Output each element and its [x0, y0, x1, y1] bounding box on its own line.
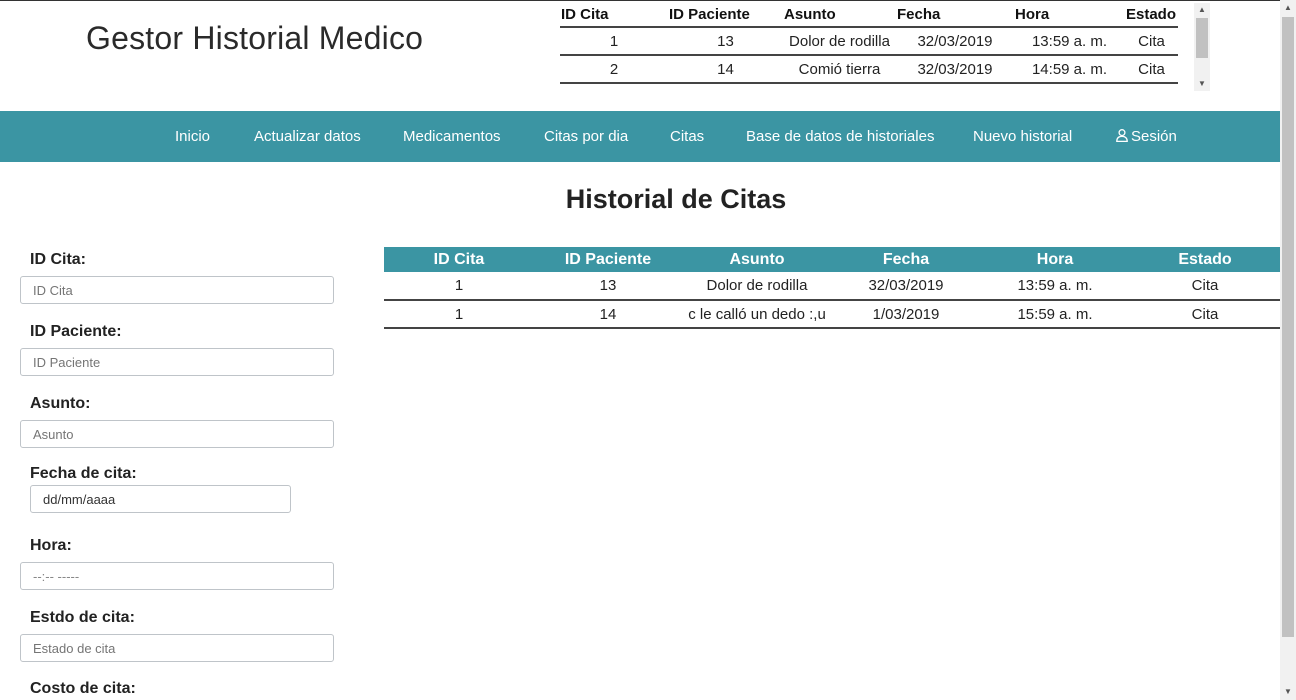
page-scroll-up-icon[interactable]: ▲ [1280, 0, 1296, 16]
table-cell: 15:59 a. m. [980, 300, 1130, 329]
id-cita-input[interactable] [20, 276, 334, 304]
mini-cell: 2 [560, 55, 668, 84]
nav-medicamentos[interactable]: Medicamentos [403, 128, 501, 145]
mini-cell: Cita [1125, 27, 1178, 56]
mini-table-row: 1 13 Dolor de rodilla 32/03/2019 13:59 a… [560, 27, 1178, 56]
table-cell: Cita [1130, 300, 1280, 329]
asunto-label: Asunto: [30, 395, 91, 412]
table-cell: 14 [534, 300, 682, 329]
recent-appointments-table: ID Cita ID Paciente Asunto Fecha Hora Es… [560, 3, 1178, 84]
mini-cell: 13:59 a. m. [1014, 27, 1125, 56]
id-paciente-input[interactable] [20, 348, 334, 376]
mini-scrollbar-thumb[interactable] [1196, 18, 1208, 58]
asunto-input[interactable] [20, 420, 334, 448]
appointments-table: ID Cita ID Paciente Asunto Fecha Hora Es… [384, 247, 1280, 329]
nav-actualizar-datos[interactable]: Actualizar datos [254, 128, 361, 145]
mini-cell: 1 [560, 27, 668, 56]
col-hora: Hora [980, 247, 1130, 272]
main-navbar: Inicio Actualizar datos Medicamentos Cit… [0, 111, 1280, 162]
page-scrollbar-thumb[interactable] [1282, 17, 1294, 637]
mini-col-asunto: Asunto [783, 3, 896, 28]
col-asunto: Asunto [682, 247, 832, 272]
mini-cell: 32/03/2019 [896, 27, 1014, 56]
col-fecha: Fecha [832, 247, 980, 272]
nav-nuevo-historial[interactable]: Nuevo historial [973, 128, 1072, 145]
page-scroll-down-icon[interactable]: ▼ [1280, 684, 1296, 700]
id-cita-label: ID Cita: [30, 251, 86, 268]
mini-table-scrollbar[interactable]: ▲ ▼ [1194, 3, 1210, 91]
table-cell: 13:59 a. m. [980, 272, 1130, 301]
mini-cell: Cita [1125, 55, 1178, 84]
nav-sesion[interactable]: Sesión [1116, 128, 1177, 145]
table-cell: 1/03/2019 [832, 300, 980, 329]
mini-table-row: 2 14 Comió tierra 32/03/2019 14:59 a. m.… [560, 55, 1178, 84]
mini-cell: 14:59 a. m. [1014, 55, 1125, 84]
page-top-border [0, 0, 1280, 1]
table-header-row: ID Cita ID Paciente Asunto Fecha Hora Es… [384, 247, 1280, 272]
mini-col-id-cita: ID Cita [560, 3, 668, 28]
scroll-up-arrow-icon[interactable]: ▲ [1194, 3, 1210, 17]
table-cell: 1 [384, 300, 534, 329]
table-cell: c le calló un dedo :,u [682, 300, 832, 329]
table-cell: 1 [384, 272, 534, 301]
mini-cell: Dolor de rodilla [783, 27, 896, 56]
table-cell: Dolor de rodilla [682, 272, 832, 301]
col-id-paciente: ID Paciente [534, 247, 682, 272]
mini-col-hora: Hora [1014, 3, 1125, 28]
costo-label: Costo de cita: [30, 680, 136, 697]
fecha-date-input[interactable]: dd/mm/aaaa [30, 485, 291, 513]
hora-label: Hora: [30, 537, 72, 554]
table-cell: 32/03/2019 [832, 272, 980, 301]
nav-inicio[interactable]: Inicio [175, 128, 210, 145]
page-title: Historial de Citas [565, 184, 787, 214]
mini-cell: 32/03/2019 [896, 55, 1014, 84]
fecha-label: Fecha de cita: [30, 465, 137, 482]
table-row: 1 14 c le calló un dedo :,u 1/03/2019 15… [384, 300, 1280, 329]
id-paciente-label: ID Paciente: [30, 323, 122, 340]
estado-input[interactable] [20, 634, 334, 662]
page-scrollbar[interactable]: ▲ ▼ [1280, 0, 1296, 700]
nav-base-datos-historiales[interactable]: Base de datos de historiales [746, 128, 934, 145]
estado-label: Estdo de cita: [30, 609, 135, 626]
mini-col-id-paciente: ID Paciente [668, 3, 783, 28]
col-id-cita: ID Cita [384, 247, 534, 272]
recent-appointments-panel: ID Cita ID Paciente Asunto Fecha Hora Es… [560, 3, 1210, 91]
mini-col-fecha: Fecha [896, 3, 1014, 28]
nav-citas-por-dia[interactable]: Citas por dia [544, 128, 628, 145]
mini-table-header-row: ID Cita ID Paciente Asunto Fecha Hora Es… [560, 3, 1178, 28]
table-cell: Cita [1130, 272, 1280, 301]
nav-citas[interactable]: Citas [670, 128, 704, 145]
mini-cell: 13 [668, 27, 783, 56]
mini-col-estado: Estado [1125, 3, 1178, 28]
table-row: 1 13 Dolor de rodilla 32/03/2019 13:59 a… [384, 272, 1280, 301]
app-title: Gestor Historial Medico [86, 20, 424, 56]
hora-time-input[interactable]: --:-- ----- [20, 562, 334, 590]
nav-sesion-label: Sesión [1131, 128, 1177, 145]
scroll-down-arrow-icon[interactable]: ▼ [1194, 77, 1210, 91]
table-cell: 13 [534, 272, 682, 301]
mini-cell: Comió tierra [783, 55, 896, 84]
user-icon [1116, 129, 1128, 143]
mini-cell: 14 [668, 55, 783, 84]
col-estado: Estado [1130, 247, 1280, 272]
